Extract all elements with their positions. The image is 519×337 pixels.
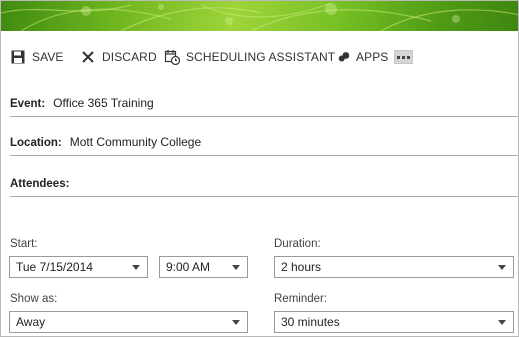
show-as-select[interactable]: Away: [9, 311, 248, 333]
more-options-button[interactable]: [394, 50, 413, 64]
attendees-field[interactable]: Attendees:: [10, 171, 518, 197]
scheduling-assistant-button[interactable]: SCHEDULING ASSISTANT: [164, 45, 335, 69]
start-time-select[interactable]: 9:00 AM: [159, 256, 248, 278]
chevron-down-icon: [132, 265, 140, 270]
x-icon: [82, 51, 94, 63]
chevron-down-icon: [498, 265, 506, 270]
apps-label: APPS: [356, 50, 389, 64]
event-label: Event:: [10, 98, 46, 110]
theme-banner: [1, 1, 518, 31]
location-field[interactable]: Location: Mott Community College: [10, 130, 518, 156]
new-event-window: SAVE DISCARD SCHEDULING ASSISTANT APPS E…: [0, 0, 519, 337]
discard-label: DISCARD: [102, 50, 157, 64]
location-label: Location:: [10, 137, 62, 149]
chevron-down-icon: [498, 320, 506, 325]
apps-button[interactable]: APPS: [338, 45, 388, 69]
start-date-select[interactable]: Tue 7/15/2014: [9, 256, 148, 278]
duration-value: 2 hours: [281, 260, 322, 274]
event-field[interactable]: Event: Office 365 Training: [10, 91, 518, 117]
banner-decoration: [1, 2, 518, 31]
event-toolbar: SAVE DISCARD SCHEDULING ASSISTANT APPS: [1, 45, 518, 69]
duration-select[interactable]: 2 hours: [274, 256, 514, 278]
apps-icon: [338, 52, 350, 62]
save-button[interactable]: SAVE: [10, 45, 64, 69]
floppy-disk-icon: [11, 50, 25, 64]
discard-button[interactable]: DISCARD: [80, 45, 157, 69]
reminder-select[interactable]: 30 minutes: [274, 311, 514, 333]
start-date-value: Tue 7/15/2014: [16, 260, 93, 274]
calendar-clock-icon: [164, 50, 180, 65]
reminder-label: Reminder:: [274, 293, 328, 305]
ellipsis-icon: [397, 55, 400, 59]
save-label: SAVE: [32, 50, 64, 64]
chevron-down-icon: [232, 265, 240, 270]
show-as-label: Show as:: [10, 293, 58, 305]
show-as-value: Away: [16, 315, 46, 329]
location-input[interactable]: Mott Community College: [70, 135, 201, 149]
scheduling-label: SCHEDULING ASSISTANT: [186, 50, 336, 64]
start-label: Start:: [10, 238, 38, 250]
start-time-value: 9:00 AM: [166, 260, 211, 274]
chevron-down-icon: [232, 320, 240, 325]
event-input[interactable]: Office 365 Training: [53, 96, 154, 110]
reminder-value: 30 minutes: [281, 315, 340, 329]
attendees-label: Attendees:: [10, 178, 70, 190]
duration-label: Duration:: [274, 238, 321, 250]
